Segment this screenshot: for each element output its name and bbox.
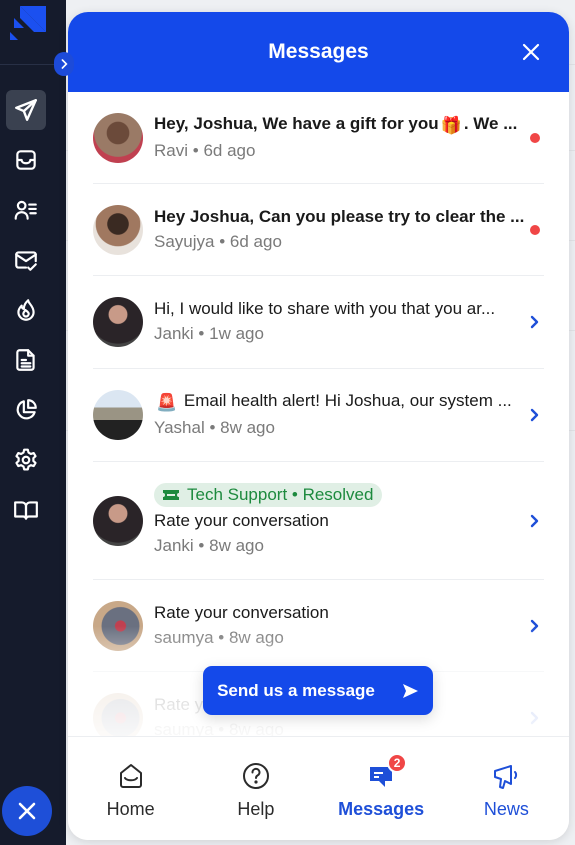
gear-icon bbox=[15, 448, 37, 471]
message-meta: Janki • 8w ago bbox=[154, 535, 264, 555]
sidebar-item-guides[interactable] bbox=[6, 490, 46, 530]
mail-check-icon bbox=[15, 251, 37, 271]
chevron-right-icon bbox=[528, 315, 540, 329]
messenger-header: Messages bbox=[68, 12, 569, 92]
sidebar-item-campaigns[interactable] bbox=[6, 90, 46, 130]
conversation-item[interactable]: Rate your conversation saumya • 8w ago bbox=[93, 580, 544, 672]
message-preview: 🚨 Email health alert! Hi Joshua, our sys… bbox=[154, 389, 544, 415]
close-icon bbox=[522, 43, 540, 61]
message-preview: Hey Joshua, Can you please try to clear … bbox=[154, 206, 525, 226]
document-icon bbox=[16, 349, 35, 371]
message-time: 1w ago bbox=[209, 324, 264, 343]
paper-plane-icon bbox=[15, 99, 37, 121]
panel-title: Messages bbox=[268, 40, 369, 63]
avatar bbox=[93, 600, 143, 651]
sender-name: Ravi bbox=[154, 140, 189, 160]
chevron-right-icon bbox=[528, 408, 540, 422]
close-panel-button[interactable] bbox=[521, 42, 541, 62]
avatar bbox=[93, 390, 143, 440]
sidebar-item-email-verify[interactable] bbox=[6, 240, 46, 280]
home-icon bbox=[119, 764, 142, 788]
message-preview: Rate your conversation bbox=[154, 602, 329, 622]
avatar bbox=[93, 297, 143, 347]
app-logo[interactable] bbox=[8, 6, 46, 44]
sidebar-item-settings[interactable] bbox=[6, 440, 46, 480]
gift-emoji-icon: 🎁 bbox=[440, 115, 462, 135]
message-preview: Hey, Joshua, We have a gift for you 🎁. We… bbox=[154, 112, 544, 138]
send-message-button[interactable]: Send us a message bbox=[203, 666, 433, 715]
sidebar-expand-button[interactable] bbox=[54, 52, 74, 76]
tab-messages[interactable]: 2 Messages bbox=[319, 737, 444, 840]
message-meta: saumya • 8w ago bbox=[154, 627, 284, 647]
ticket-icon bbox=[163, 489, 179, 500]
message-time: 8w ago bbox=[228, 720, 284, 736]
flame-icon bbox=[17, 299, 35, 321]
sender-name: Janki bbox=[154, 535, 194, 555]
sidebar-item-warmup[interactable] bbox=[6, 290, 46, 330]
messenger-tab-bar: Home Help 2 Messages News bbox=[68, 736, 569, 840]
book-icon bbox=[14, 501, 38, 520]
message-meta: Yashal • 8w ago bbox=[154, 418, 275, 437]
message-meta: Janki • 1w ago bbox=[154, 324, 264, 343]
sidebar-item-reports[interactable] bbox=[6, 390, 46, 430]
chevron-right-icon bbox=[528, 711, 540, 725]
sender-name: Sayujya bbox=[154, 231, 215, 251]
avatar bbox=[93, 693, 143, 736]
message-time: 8w ago bbox=[209, 535, 264, 555]
message-time: 8w ago bbox=[220, 418, 275, 437]
chevron-right-icon bbox=[528, 619, 540, 633]
sidebar-item-contacts[interactable] bbox=[6, 190, 46, 230]
message-time: 6d ago bbox=[203, 140, 256, 160]
conversation-item[interactable]: 🚨 Email health alert! Hi Joshua, our sys… bbox=[93, 369, 544, 462]
message-preview: Rate your conversation bbox=[154, 510, 329, 530]
unread-indicator bbox=[530, 132, 540, 143]
close-icon bbox=[18, 802, 36, 820]
message-meta: saumya • 8w ago bbox=[154, 717, 544, 736]
conversation-item[interactable]: Hey, Joshua, We have a gift for you 🎁. We… bbox=[93, 92, 544, 184]
user-list-icon bbox=[14, 200, 37, 220]
avatar bbox=[93, 112, 143, 163]
chevron-right-icon bbox=[61, 59, 68, 69]
tab-home[interactable]: Home bbox=[68, 737, 193, 840]
sender-name: Janki bbox=[154, 324, 194, 343]
tab-news[interactable]: News bbox=[444, 737, 569, 840]
message-time: 8w ago bbox=[228, 627, 284, 647]
status-tag: Tech Support • Resolved bbox=[154, 482, 383, 507]
messenger-panel: Messages Hey, Joshua, We have a gift for… bbox=[68, 12, 569, 840]
message-meta: Sayujya • 6d ago bbox=[154, 231, 282, 251]
app-sidebar bbox=[0, 0, 66, 845]
avatar bbox=[93, 495, 143, 546]
conversation-item[interactable]: Hi, I would like to share with you that … bbox=[93, 276, 544, 369]
sender-name: Yashal bbox=[154, 418, 205, 437]
inbox-tray-icon bbox=[16, 150, 36, 170]
sidebar-item-templates[interactable] bbox=[6, 340, 46, 380]
conversation-item[interactable]: Tech Support • Resolved Rate your conver… bbox=[93, 462, 544, 580]
message-preview: Hi, I would like to share with you that … bbox=[154, 299, 496, 318]
tab-help[interactable]: Help bbox=[193, 737, 318, 840]
pie-chart-icon bbox=[16, 399, 37, 420]
sidebar-item-inbox[interactable] bbox=[6, 140, 46, 180]
chevron-right-icon bbox=[528, 514, 540, 528]
send-arrow-icon bbox=[402, 683, 418, 698]
message-meta: Ravi • 6d ago bbox=[154, 140, 256, 160]
unread-count-badge: 2 bbox=[387, 753, 408, 773]
unread-indicator bbox=[530, 224, 540, 235]
help-icon bbox=[242, 763, 269, 789]
sender-name: saumya bbox=[154, 627, 214, 647]
megaphone-icon bbox=[494, 765, 518, 789]
messenger-launcher-close-button[interactable] bbox=[2, 786, 52, 836]
conversation-list: Hey, Joshua, We have a gift for you 🎁. We… bbox=[68, 92, 569, 736]
siren-emoji-icon: 🚨 bbox=[156, 393, 178, 412]
sender-name: saumya bbox=[154, 720, 214, 736]
conversation-item[interactable]: Hey Joshua, Can you please try to clear … bbox=[93, 184, 544, 276]
message-time: 6d ago bbox=[229, 231, 282, 251]
avatar bbox=[93, 204, 143, 255]
